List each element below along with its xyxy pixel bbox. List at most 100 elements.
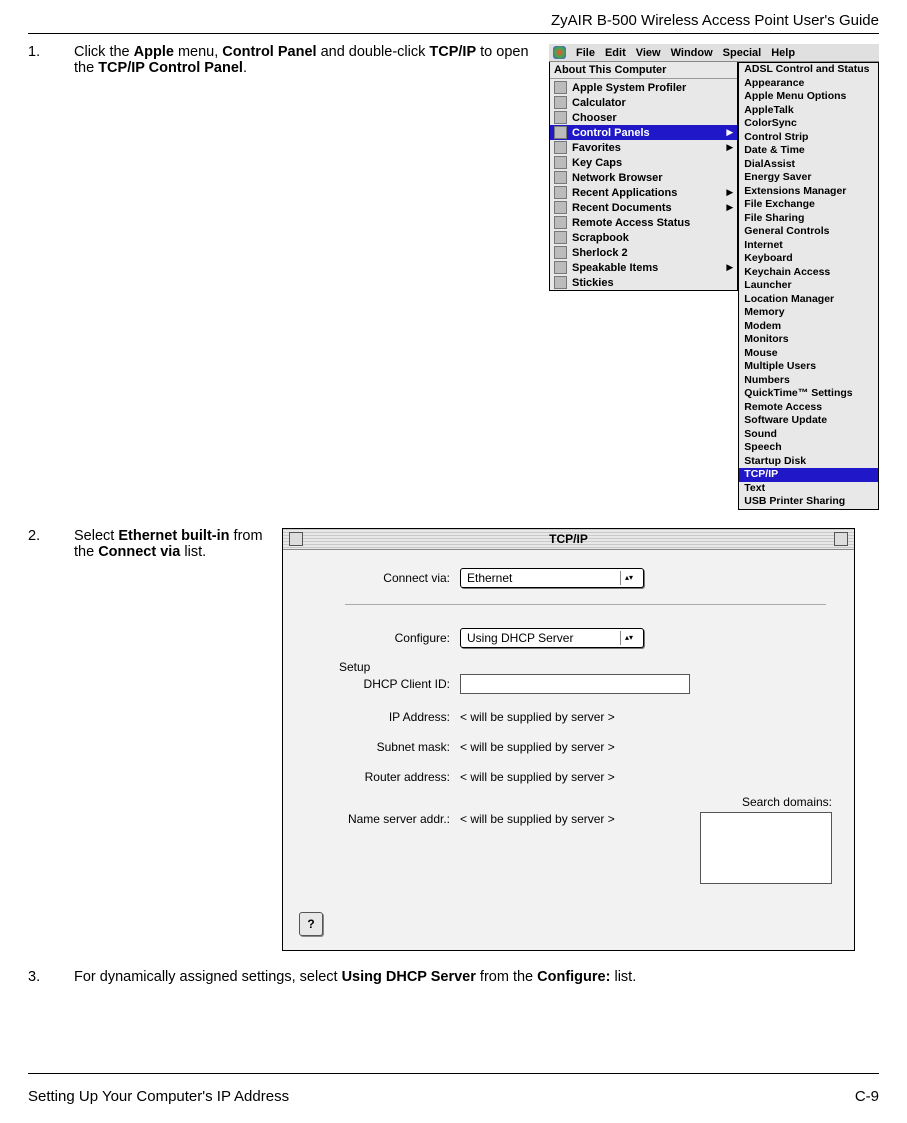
zoom-button[interactable] xyxy=(834,532,848,546)
dhcp-client-id-input[interactable] xyxy=(460,674,690,694)
connect-via-label: Connect via: xyxy=(305,571,460,585)
menubar-file[interactable]: File xyxy=(576,47,595,59)
menubar-special[interactable]: Special xyxy=(723,47,762,59)
submenu-arrow-icon: ▶ xyxy=(726,127,733,138)
control-panel-item[interactable]: Monitors xyxy=(739,333,878,347)
apple-menu-item[interactable]: Recent Documents ▶ xyxy=(550,200,737,215)
control-panel-item[interactable]: Appearance xyxy=(739,77,878,91)
menu-item-icon xyxy=(554,111,567,124)
menubar-view[interactable]: View xyxy=(636,47,661,59)
apple-menu-item[interactable]: Control Panels▶ xyxy=(550,125,737,140)
apple-menu-item[interactable]: Remote Access Status xyxy=(550,215,737,230)
menubar-window[interactable]: Window xyxy=(671,47,713,59)
menu-item-icon xyxy=(554,156,567,169)
menu-item-icon xyxy=(554,246,567,259)
step2-text: Select Ethernet built-in from the Connec… xyxy=(74,528,264,951)
menubar-help[interactable]: Help xyxy=(771,47,795,59)
menu-item-label: Apple System Profiler xyxy=(572,82,686,94)
control-panel-item[interactable]: TCP/IP xyxy=(739,468,878,482)
ip-address-value: < will be supplied by server > xyxy=(460,710,615,724)
control-panel-item[interactable]: Energy Saver xyxy=(739,171,878,185)
menu-item-icon xyxy=(554,261,567,274)
menu-item-icon xyxy=(554,276,567,289)
control-panel-item[interactable]: Sound xyxy=(739,428,878,442)
help-button[interactable]: ? xyxy=(299,912,323,936)
apple-menu: About This Computer Apple System Profile… xyxy=(549,62,738,291)
nameserver-value: < will be supplied by server > xyxy=(460,812,615,826)
control-panel-item[interactable]: Memory xyxy=(739,306,878,320)
apple-menu-item[interactable]: Recent Applications▶ xyxy=(550,185,737,200)
router-address-value: < will be supplied by server > xyxy=(460,770,615,784)
apple-menu-item[interactable]: Scrapbook xyxy=(550,230,737,245)
apple-menu-item[interactable]: Apple System Profiler xyxy=(550,80,737,95)
connect-via-popup[interactable]: Ethernet ▴▾ xyxy=(460,568,644,588)
menu-item-label: Sherlock 2 xyxy=(572,247,628,259)
step3-number: 3. xyxy=(28,969,56,985)
menu-item-icon xyxy=(554,186,567,199)
control-panel-item[interactable]: Numbers xyxy=(739,374,878,388)
header-rule xyxy=(28,33,879,34)
control-panel-item[interactable]: ColorSync xyxy=(739,117,878,131)
control-panel-item[interactable]: General Controls xyxy=(739,225,878,239)
search-domains-input[interactable] xyxy=(700,812,832,884)
control-panel-item[interactable]: Location Manager xyxy=(739,293,878,307)
control-panel-item[interactable]: Date & Time xyxy=(739,144,878,158)
submenu-arrow-icon: ▶ xyxy=(726,202,733,213)
control-panel-item[interactable]: Apple Menu Options xyxy=(739,90,878,104)
popup-arrow-icon: ▴▾ xyxy=(620,571,637,585)
step2-number: 2. xyxy=(28,528,56,951)
control-panel-item[interactable]: ADSL Control and Status xyxy=(739,63,878,77)
control-panel-item[interactable]: File Sharing xyxy=(739,212,878,226)
control-panel-item[interactable]: Mouse xyxy=(739,347,878,361)
control-panel-item[interactable]: QuickTime™ Settings xyxy=(739,387,878,401)
menu-item-icon xyxy=(554,216,567,229)
apple-menu-item[interactable]: Network Browser xyxy=(550,170,737,185)
apple-menu-item[interactable]: Favorites▶ xyxy=(550,140,737,155)
page-footer: Setting Up Your Computer's IP Address C-… xyxy=(28,1088,879,1105)
step1-row: 1. Click the Apple menu, Control Panel a… xyxy=(28,44,879,510)
control-panel-item[interactable]: Multiple Users xyxy=(739,360,878,374)
submenu-arrow-icon: ▶ xyxy=(726,262,733,273)
control-panel-item[interactable]: Remote Access xyxy=(739,401,878,415)
control-panel-item[interactable]: Modem xyxy=(739,320,878,334)
ip-address-label: IP Address: xyxy=(305,710,460,724)
menu-item-label: Network Browser xyxy=(572,172,662,184)
apple-menu-item[interactable]: Stickies xyxy=(550,275,737,290)
menu-item-icon xyxy=(554,126,567,139)
control-panel-item[interactable]: File Exchange xyxy=(739,198,878,212)
control-panel-item[interactable]: Launcher xyxy=(739,279,878,293)
control-panel-item[interactable]: DialAssist xyxy=(739,158,878,172)
submenu-arrow-icon: ▶ xyxy=(726,187,733,198)
apple-menu-item[interactable]: Speakable Items▶ xyxy=(550,260,737,275)
control-panel-item[interactable]: USB Printer Sharing xyxy=(739,495,878,509)
menu-item-label: Remote Access Status xyxy=(572,217,690,229)
control-panel-item[interactable]: Keychain Access xyxy=(739,266,878,280)
apple-menu-screenshot: File Edit View Window Special Help About… xyxy=(549,44,879,510)
menu-item-label: Recent Documents xyxy=(572,202,672,214)
control-panel-item[interactable]: Internet xyxy=(739,239,878,253)
menubar-edit[interactable]: Edit xyxy=(605,47,626,59)
apple-menu-about[interactable]: About This Computer xyxy=(550,62,737,77)
menu-item-icon xyxy=(554,141,567,154)
control-panel-item[interactable]: Keyboard xyxy=(739,252,878,266)
apple-menu-item[interactable]: Calculator xyxy=(550,95,737,110)
control-panel-item[interactable]: Software Update xyxy=(739,414,878,428)
control-panel-item[interactable]: AppleTalk xyxy=(739,104,878,118)
apple-menu-item[interactable]: Key Caps xyxy=(550,155,737,170)
window-title: TCP/IP xyxy=(309,532,828,546)
apple-icon[interactable] xyxy=(553,46,566,59)
step1-text: Click the Apple menu, Control Panel and … xyxy=(74,44,531,510)
control-panel-item[interactable]: Control Strip xyxy=(739,131,878,145)
control-panel-item[interactable]: Startup Disk xyxy=(739,455,878,469)
window-titlebar: TCP/IP xyxy=(283,529,854,550)
apple-menu-item[interactable]: Chooser xyxy=(550,110,737,125)
control-panel-item[interactable]: Speech xyxy=(739,441,878,455)
control-panel-item[interactable]: Extensions Manager xyxy=(739,185,878,199)
control-panel-item[interactable]: Text xyxy=(739,482,878,496)
close-button[interactable] xyxy=(289,532,303,546)
configure-popup[interactable]: Using DHCP Server ▴▾ xyxy=(460,628,644,648)
apple-menu-item[interactable]: Sherlock 2 xyxy=(550,245,737,260)
router-address-label: Router address: xyxy=(305,770,460,784)
step2-row: 2. Select Ethernet built-in from the Con… xyxy=(28,528,879,951)
document-title: ZyAIR B-500 Wireless Access Point User's… xyxy=(28,12,879,33)
